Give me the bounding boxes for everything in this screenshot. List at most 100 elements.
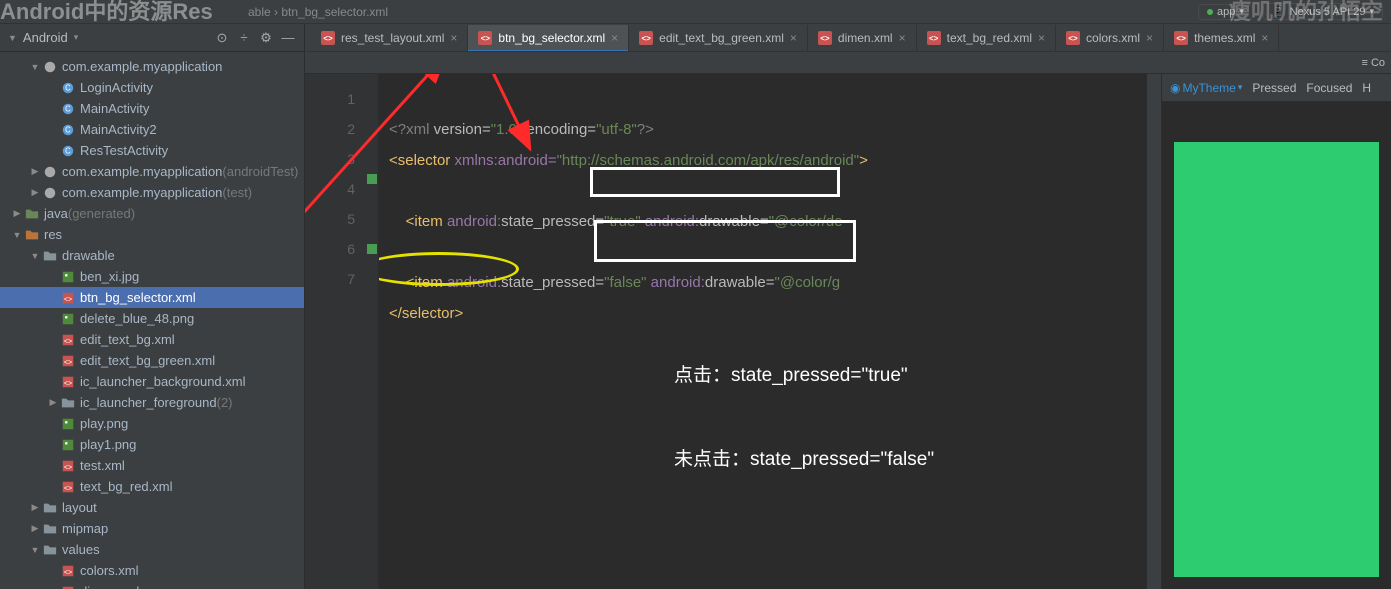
tree-node[interactable]: CMainActivity2 <box>0 119 304 140</box>
tree-node[interactable]: ▶layout <box>0 497 304 518</box>
editor-tab[interactable]: <>res_test_layout.xml× <box>311 25 468 51</box>
target-icon[interactable]: ⊙ <box>214 30 230 46</box>
tree-node[interactable]: ▼values <box>0 539 304 560</box>
close-icon[interactable]: × <box>450 31 457 45</box>
tab-label: themes.xml <box>1194 31 1255 45</box>
tree-node[interactable]: ▶com.example.myapplication (test) <box>0 182 304 203</box>
state-focused[interactable]: Focused <box>1306 81 1352 95</box>
code-editor[interactable]: <?xml version="1.0" encoding="utf-8"?> <… <box>379 74 1147 589</box>
close-icon[interactable]: × <box>790 31 797 45</box>
editor-tab[interactable]: <>btn_bg_selector.xml× <box>468 25 629 51</box>
close-icon[interactable]: × <box>899 31 906 45</box>
state-pressed[interactable]: Pressed <box>1252 81 1296 95</box>
tab-label: dimen.xml <box>838 31 893 45</box>
editor-tabs: <>res_test_layout.xml×<>btn_bg_selector.… <box>305 24 1391 52</box>
tree-label: play1.png <box>80 437 136 452</box>
tree-label: edit_text_bg_green.xml <box>80 353 215 368</box>
svg-text:<>: <> <box>64 296 72 303</box>
tree-label: mipmap <box>62 521 108 536</box>
tree-node[interactable]: ▶com.example.myapplication (androidTest) <box>0 161 304 182</box>
drawable-preview-panel: ◉ MyTheme ▾ Pressed Focused H <box>1161 74 1391 589</box>
marker-strip <box>365 74 379 589</box>
line-number: 7 <box>305 264 355 294</box>
xml-file-icon: <> <box>1066 31 1080 45</box>
file-icon <box>42 59 58 75</box>
overlay-title: Android中的资源Res <box>0 0 213 26</box>
tree-node[interactable]: play.png <box>0 413 304 434</box>
collapse-icon[interactable]: ÷ <box>236 30 252 46</box>
tree-node[interactable]: ▼res <box>0 224 304 245</box>
close-icon[interactable]: × <box>611 31 618 45</box>
xml-file-icon: <> <box>639 31 653 45</box>
theme-selector[interactable]: ◉ MyTheme ▾ <box>1170 81 1242 95</box>
file-icon: <> <box>60 479 76 495</box>
file-icon <box>60 416 76 432</box>
tree-node[interactable]: <>dimen.xml <box>0 581 304 589</box>
tree-node[interactable]: <>text_bg_red.xml <box>0 476 304 497</box>
tree-node[interactable]: ▶ mipmap <box>0 518 304 539</box>
xml-file-icon: <> <box>478 31 492 45</box>
tree-node[interactable]: CLoginActivity <box>0 77 304 98</box>
svg-text:<>: <> <box>64 569 72 576</box>
close-icon[interactable]: × <box>1261 31 1268 45</box>
file-icon <box>42 164 58 180</box>
project-tool-window: ▼ Android ▾ ⊙ ÷ ⚙ — ▼com.example.myappli… <box>0 24 305 589</box>
tree-node[interactable]: ben_xi.jpg <box>0 266 304 287</box>
change-marker-icon <box>367 174 377 184</box>
editor-scrollbar[interactable] <box>1147 74 1161 589</box>
tree-label: drawable <box>62 248 115 263</box>
editor-tab[interactable]: <>themes.xml× <box>1164 25 1279 51</box>
svg-text:C: C <box>65 125 71 134</box>
tree-label: dimen.xml <box>80 584 139 589</box>
tree-node[interactable]: ▼com.example.myapplication <box>0 56 304 77</box>
editor-tab[interactable]: <>edit_text_bg_green.xml× <box>629 25 808 51</box>
panel-label[interactable]: ≡ Co <box>1361 57 1385 69</box>
line-gutter[interactable]: 1234567 <box>305 74 365 589</box>
editor-tab[interactable]: <>dimen.xml× <box>808 25 917 51</box>
tree-node[interactable]: <>test.xml <box>0 455 304 476</box>
file-icon <box>42 248 58 264</box>
editor-tab[interactable]: <>text_bg_red.xml× <box>917 25 1056 51</box>
change-marker-icon <box>367 244 377 254</box>
file-icon: <> <box>60 353 76 369</box>
tree-label: com.example.myapplication <box>62 185 222 200</box>
xml-file-icon: <> <box>321 31 335 45</box>
tree-node[interactable]: ▶ic_launcher_foreground (2) <box>0 392 304 413</box>
close-icon[interactable]: × <box>1038 31 1045 45</box>
tree-label: values <box>62 542 100 557</box>
tree-arrow-icon: ▶ <box>28 166 42 177</box>
annotation-text: 点击：state_pressed="true" 未点击：state_presse… <box>674 306 934 530</box>
project-view-selector[interactable]: Android <box>23 30 68 45</box>
tree-node[interactable]: ▶java (generated) <box>0 203 304 224</box>
project-tree[interactable]: ▼com.example.myapplicationCLoginActivity… <box>0 52 304 589</box>
tree-node[interactable]: delete_blue_48.png <box>0 308 304 329</box>
hide-icon[interactable]: — <box>280 30 296 46</box>
tree-node[interactable]: CMainActivity <box>0 98 304 119</box>
tree-label: ic_launcher_background.xml <box>80 374 245 389</box>
tree-node[interactable]: <>colors.xml <box>0 560 304 581</box>
editor-tab[interactable]: <>colors.xml× <box>1056 25 1164 51</box>
tree-label: layout <box>62 500 97 515</box>
tree-node[interactable]: play1.png <box>0 434 304 455</box>
tree-arrow-icon: ▶ <box>28 523 42 534</box>
tree-node[interactable]: <>edit_text_bg.xml <box>0 329 304 350</box>
file-icon: C <box>60 101 76 117</box>
file-icon <box>42 500 58 516</box>
gear-icon[interactable]: ⚙ <box>258 30 274 46</box>
color-swatch <box>1174 142 1379 577</box>
file-icon: <> <box>60 563 76 579</box>
file-icon <box>24 206 40 222</box>
file-icon <box>60 437 76 453</box>
file-icon: <> <box>60 374 76 390</box>
tree-node[interactable]: <> edit_text_bg_green.xml <box>0 350 304 371</box>
file-icon <box>60 395 76 411</box>
close-icon[interactable]: × <box>1146 31 1153 45</box>
file-icon <box>24 227 40 243</box>
chevron-down-icon[interactable]: ▼ <box>8 33 17 43</box>
line-number: 1 <box>305 84 355 114</box>
tree-node[interactable]: ▼drawable <box>0 245 304 266</box>
tree-node[interactable]: <>btn_bg_selector.xml <box>0 287 304 308</box>
tree-node[interactable]: CResTestActivity <box>0 140 304 161</box>
tree-node[interactable]: <> ic_launcher_background.xml <box>0 371 304 392</box>
state-hovered[interactable]: H <box>1362 81 1371 95</box>
